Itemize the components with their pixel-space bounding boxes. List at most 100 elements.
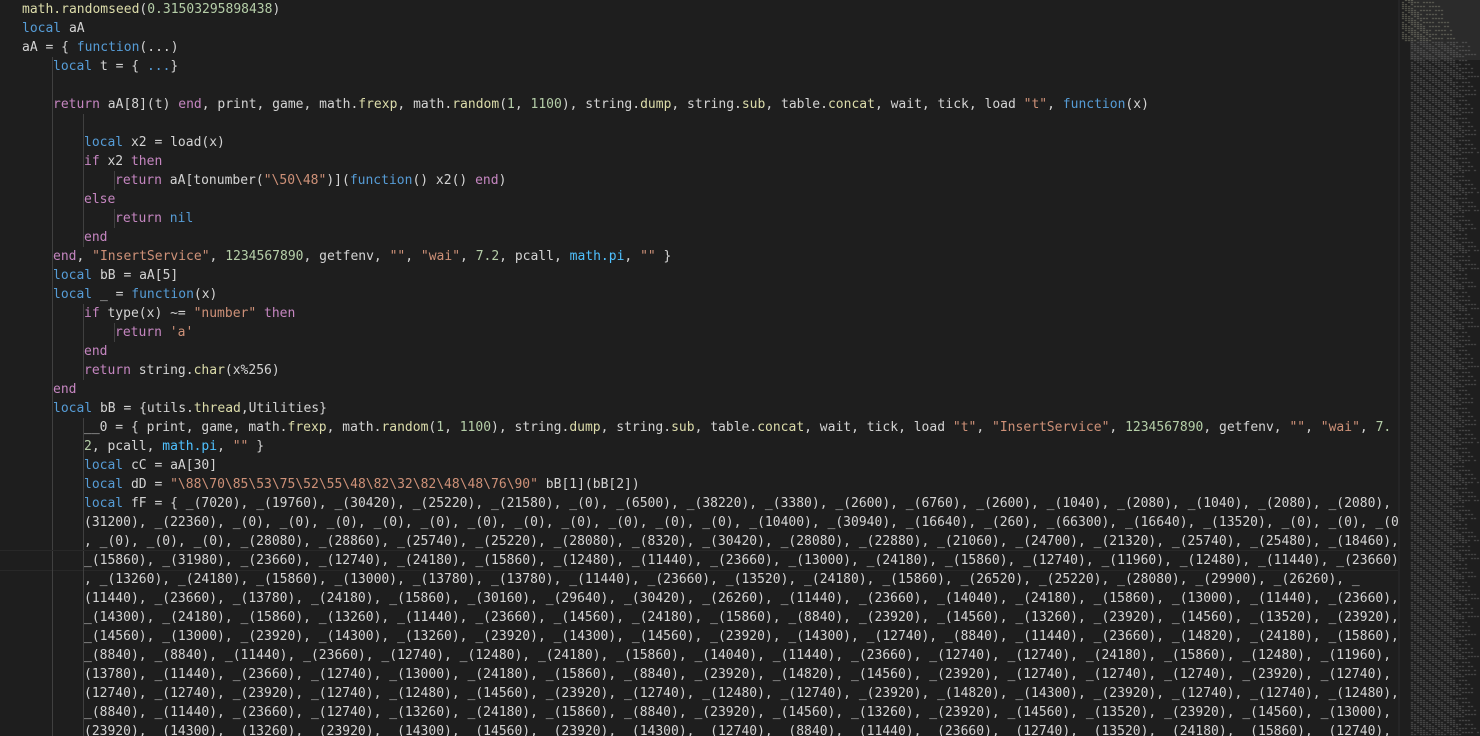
code-line[interactable]: return string.char(x%256) [0, 361, 1400, 380]
code-line[interactable]: , _(13260), _(24180), _(15860), _(13000)… [0, 570, 1400, 589]
code-line[interactable]: end [0, 228, 1400, 247]
code-token: , getfenv, [303, 249, 390, 264]
code-token: , table. [694, 420, 758, 435]
code-line[interactable]: , _(0), _(0), _(0), _(28080), _(28860), … [0, 532, 1400, 551]
code-line[interactable]: 2, pcall, math.pi, "" } [0, 437, 1400, 456]
code-token: nil [169, 211, 194, 226]
code-line[interactable]: end [0, 380, 1400, 399]
indent-guide [52, 627, 53, 646]
code-token: , string. [671, 97, 742, 112]
code-token: end [84, 230, 108, 245]
code-token: "" [232, 439, 249, 454]
code-line[interactable]: end [0, 342, 1400, 361]
code-line[interactable]: (11440), _(23660), _(13780), _(24180), _… [0, 589, 1400, 608]
code-line[interactable]: else [0, 190, 1400, 209]
code-token: ), string. [561, 97, 641, 112]
indent-guide [83, 133, 84, 152]
code-token: "InsertService" [992, 420, 1110, 435]
code-line[interactable]: local t = { ...} [0, 57, 1400, 76]
code-line[interactable]: return aA[tonumber("\50\48")](function()… [0, 171, 1400, 190]
code-line[interactable]: (23920), _(14300), _(13260), _(23920), _… [0, 722, 1400, 736]
code-token: (11440), _(23660), _(13780), _(24180), _… [84, 591, 1399, 606]
code-token: _(8840), _(11440), _(23660), _(12740), _… [84, 705, 1400, 720]
code-token: , [976, 420, 993, 435]
code-line[interactable]: local bB = {utils.thread,Utilities} [0, 399, 1400, 418]
code-line[interactable]: local cC = aA[30] [0, 456, 1400, 475]
code-token: , [217, 439, 233, 454]
code-line[interactable] [0, 114, 1400, 133]
code-token: else [84, 192, 116, 207]
code-token: 1100 [459, 420, 492, 435]
code-token: _(15860), _(31980), _(23660), _(12740), … [84, 553, 1399, 568]
indent-guide [52, 171, 53, 190]
code-line[interactable]: return aA[8](t) end, print, game, math.f… [0, 95, 1400, 114]
indent-guide [52, 190, 53, 209]
code-token: type(x) ~= [99, 306, 194, 321]
indent-guide [52, 665, 53, 684]
code-token: ) [498, 173, 507, 188]
indent-guide [52, 95, 53, 114]
code-line[interactable]: local aA [0, 19, 1400, 38]
code-token: math.randomseed [22, 2, 140, 17]
code-line[interactable]: _(14300), _(24180), _(15860), _(13260), … [0, 608, 1400, 627]
code-token: end [53, 382, 77, 397]
code-line[interactable]: math.randomseed(0.31503295898438) [0, 0, 1400, 19]
code-token: _(14560), _(13000), _(23920), _(14300), … [84, 629, 1399, 644]
minimap[interactable] [1400, 0, 1480, 736]
code-line[interactable]: _(15860), _(31980), _(23660), _(12740), … [0, 550, 1400, 571]
indent-guide [83, 228, 84, 247]
code-line[interactable]: _(8840), _(11440), _(23660), _(12740), _… [0, 703, 1400, 722]
indent-guide [52, 513, 53, 532]
code-line[interactable] [0, 76, 1400, 95]
code-token: , wait, tick, load [804, 420, 953, 435]
code-token: return [115, 173, 162, 188]
code-line[interactable]: local dD = "\88\70\85\53\75\52\55\48\82\… [0, 475, 1400, 494]
code-token: function [76, 40, 140, 55]
code-line[interactable]: return 'a' [0, 323, 1400, 342]
code-line[interactable]: end, "InsertService", 1234567890, getfen… [0, 247, 1400, 266]
code-line[interactable]: (31200), _(22360), _(0), _(0), _(0), _(0… [0, 513, 1400, 532]
indent-guide [52, 589, 53, 608]
indent-guide [83, 494, 84, 513]
code-line[interactable]: _(14560), _(13000), _(23920), _(14300), … [0, 627, 1400, 646]
indent-guide [83, 342, 84, 361]
indent-guide [52, 114, 53, 133]
code-line[interactable]: (12740), _(12740), _(23920), _(12740), _… [0, 684, 1400, 703]
indent-guide [52, 133, 53, 152]
code-line[interactable]: local _ = function(x) [0, 285, 1400, 304]
code-line[interactable]: _(8840), _(8840), _(11440), _(23660), _(… [0, 646, 1400, 665]
code-token: function [131, 287, 194, 302]
code-editor[interactable]: math.randomseed(0.31503295898438) local a… [0, 0, 1400, 736]
code-token: "t" [1023, 97, 1048, 112]
code-line[interactable]: return nil [0, 209, 1400, 228]
code-token: , math. [326, 420, 382, 435]
minimap-slider[interactable] [1410, 0, 1480, 60]
code-token: random [452, 97, 500, 112]
indent-guide [83, 171, 84, 190]
code-line[interactable]: aA = { function(...) [0, 38, 1400, 57]
code-token: "" [389, 249, 406, 264]
code-line[interactable]: if type(x) ~= "number" then [0, 304, 1400, 323]
indent-guide [83, 589, 84, 608]
indent-guide [83, 190, 84, 209]
code-token: sub [741, 97, 766, 112]
code-token: , _(13260), _(24180), _(15860), _(13000)… [84, 572, 1360, 587]
code-token: frexp [287, 420, 327, 435]
code-line[interactable]: local x2 = load(x) [0, 133, 1400, 152]
code-token: return [84, 363, 131, 378]
code-token: return [53, 97, 100, 112]
code-line[interactable]: local bB = aA[5] [0, 266, 1400, 285]
indent-guide [52, 361, 53, 380]
indent-guide [52, 475, 53, 494]
code-line[interactable]: __0 = { print, game, math.frexp, math.ra… [0, 418, 1400, 437]
code-token: (13780), _(11440), _(23660), _(12740), _… [84, 667, 1392, 682]
code-line[interactable]: (13780), _(11440), _(23660), _(12740), _… [0, 665, 1400, 684]
code-token: ( [499, 97, 508, 112]
code-token: _(8840), _(8840), _(11440), _(23660), _(… [84, 648, 1400, 663]
code-line[interactable]: if x2 then [0, 152, 1400, 171]
code-token: , [76, 249, 93, 264]
indent-guide [83, 209, 84, 228]
code-token: 1100 [530, 97, 562, 112]
code-token: bB = aA[5] [92, 268, 179, 283]
code-line[interactable]: local fF = { _(7020), _(19760), _(30420)… [0, 494, 1400, 513]
